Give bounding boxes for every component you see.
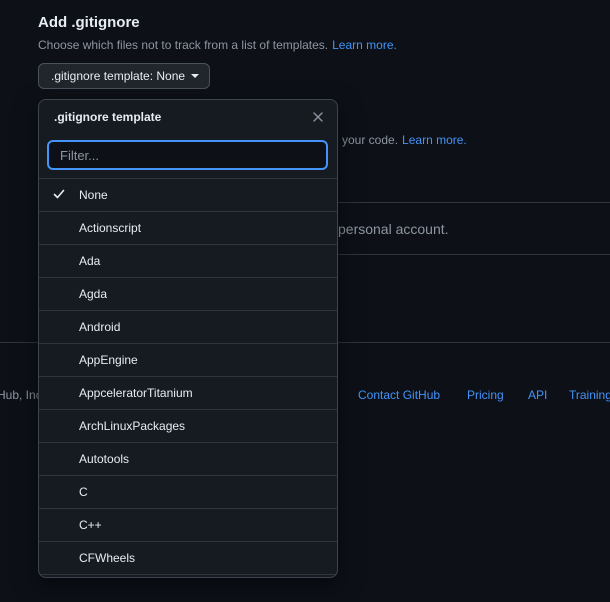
- template-option-label: ArchLinuxPackages: [79, 419, 186, 433]
- template-option-label: Agda: [79, 287, 108, 301]
- template-option[interactable]: AppEngine: [39, 344, 337, 377]
- divider: [338, 254, 610, 255]
- divider: [338, 202, 610, 203]
- gitignore-template-button[interactable]: .gitignore template: None: [38, 63, 211, 89]
- template-option-label: AppEngine: [79, 353, 138, 367]
- license-description: your code. Learn more.: [342, 133, 467, 147]
- learn-more-link[interactable]: Learn more.: [332, 38, 397, 52]
- template-option[interactable]: C: [39, 476, 337, 509]
- template-option-label: C++: [79, 518, 102, 532]
- description-text: Choose which files not to track from a l…: [38, 38, 329, 52]
- template-option[interactable]: None: [39, 179, 337, 212]
- section-description: Choose which files not to track from a l…: [38, 38, 397, 52]
- close-icon[interactable]: [311, 110, 325, 124]
- template-option[interactable]: Agda: [39, 278, 337, 311]
- check-slot: [39, 187, 79, 204]
- template-option[interactable]: AppceleratorTitanium: [39, 377, 337, 410]
- filter-input[interactable]: [47, 140, 328, 170]
- license-text: your code.: [342, 133, 399, 147]
- footer-copyright: Hub, Inc: [0, 388, 42, 402]
- check-icon: [52, 187, 66, 204]
- account-text: personal account.: [338, 221, 449, 237]
- template-option-label: Autotools: [79, 452, 130, 466]
- license-learn-more-link[interactable]: Learn more.: [402, 133, 467, 147]
- template-option[interactable]: CFWheels: [39, 542, 337, 575]
- template-option-label: Actionscript: [79, 221, 142, 235]
- footer-link-pricing[interactable]: Pricing: [467, 388, 504, 402]
- caret-down-icon: [191, 74, 200, 78]
- popover-title: .gitignore template: [54, 110, 162, 124]
- gitignore-template-popover: .gitignore template None Actionscript Ada A…: [38, 99, 338, 578]
- template-option-label: Android: [79, 320, 121, 334]
- template-option-label: CFWheels: [79, 551, 136, 565]
- footer-link-training[interactable]: Training: [569, 388, 610, 402]
- template-option[interactable]: ArchLinuxPackages: [39, 410, 337, 443]
- template-option[interactable]: C++: [39, 509, 337, 542]
- template-button-label: .gitignore template: None: [51, 69, 186, 83]
- template-option-label: C: [79, 485, 88, 499]
- template-option[interactable]: Actionscript: [39, 212, 337, 245]
- section-heading: Add .gitignore: [38, 14, 140, 31]
- template-option[interactable]: Autotools: [39, 443, 337, 476]
- template-option-label: Ada: [79, 254, 101, 268]
- template-option-label: AppceleratorTitanium: [79, 386, 193, 400]
- footer-link-contact[interactable]: Contact GitHub: [358, 388, 440, 402]
- footer-link-api[interactable]: API: [528, 388, 547, 402]
- filter-container: [39, 134, 337, 179]
- template-option-label: None: [79, 188, 108, 202]
- template-option[interactable]: Android: [39, 311, 337, 344]
- template-option[interactable]: Ada: [39, 245, 337, 278]
- popover-header: .gitignore template: [39, 100, 337, 134]
- template-list: None Actionscript Ada Agda Android AppEngine A…: [39, 179, 337, 575]
